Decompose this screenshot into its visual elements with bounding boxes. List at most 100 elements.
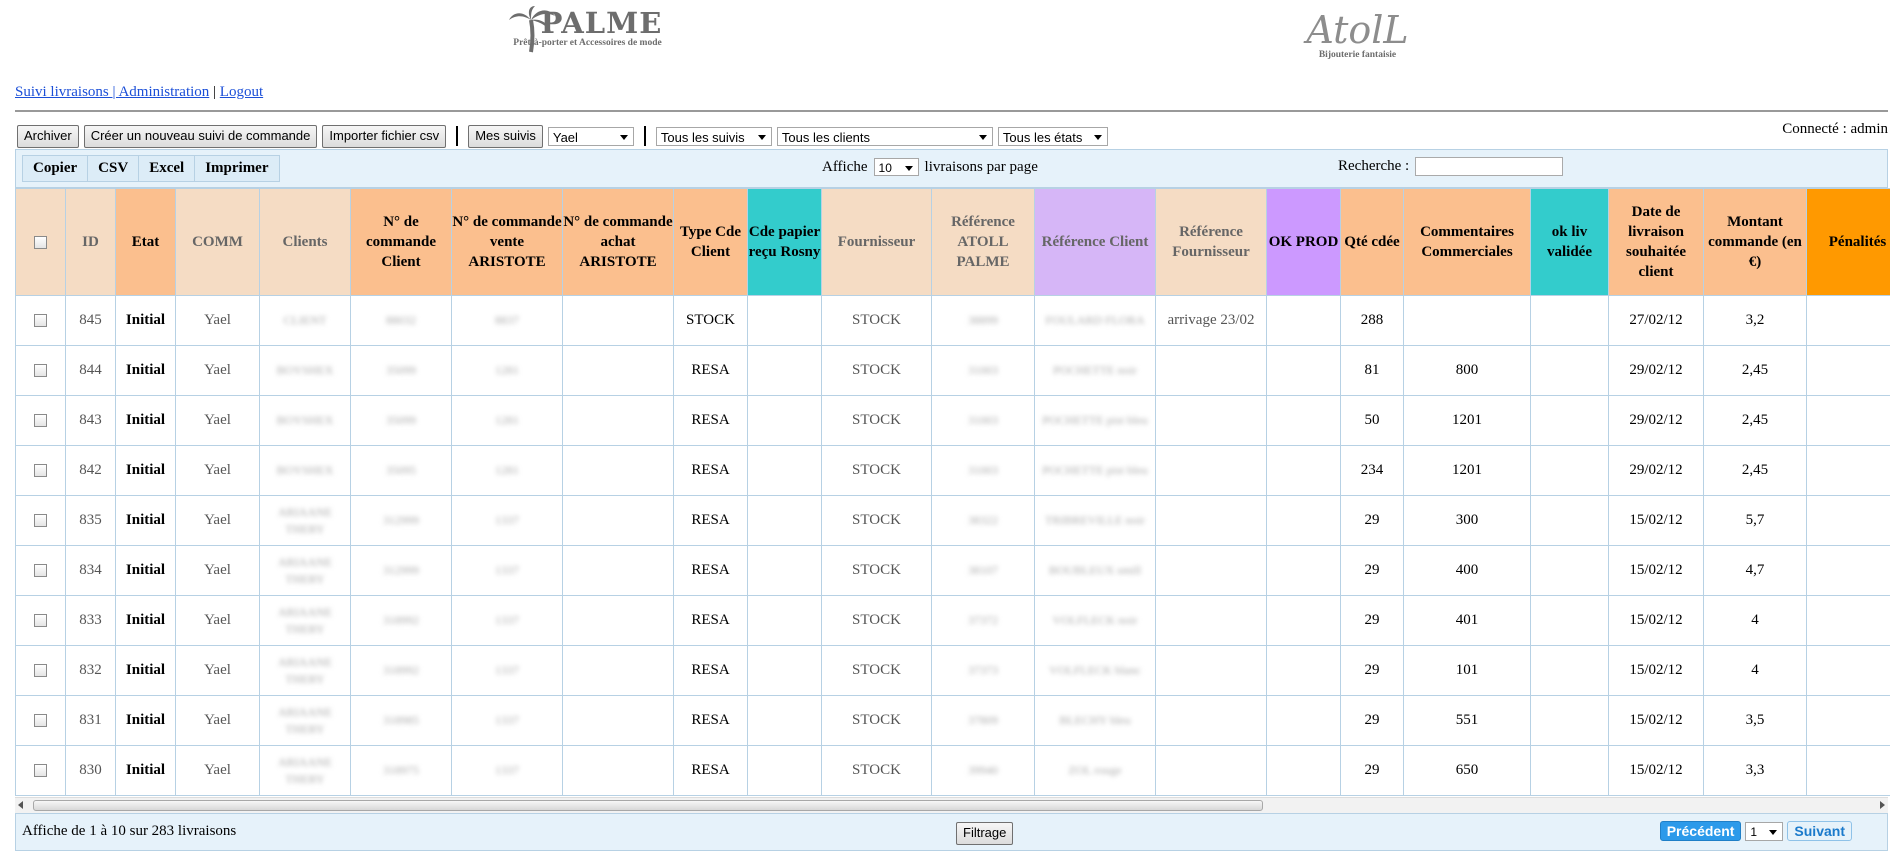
scroll-left-icon[interactable] bbox=[18, 801, 23, 809]
nav-suivi-livraisons-link[interactable]: Suivi livraisons bbox=[15, 84, 113, 100]
row-checkbox[interactable] bbox=[34, 614, 47, 628]
export-tools: Copier CSV Excel Imprimer bbox=[22, 155, 280, 182]
cell-vente: 8837 bbox=[451, 295, 563, 346]
table-row[interactable]: 842 Initial Yael BOYSHEX 35095 1281 RESA STOCK 3… bbox=[15, 445, 1890, 496]
table-row[interactable]: 834 Initial Yael ARIAANE THERY 312999 1337 RES… bbox=[15, 545, 1890, 596]
suivis-filter-select[interactable]: Tous les suivis bbox=[655, 126, 772, 146]
cell-value: Yael bbox=[204, 462, 231, 478]
row-checkbox[interactable] bbox=[34, 364, 47, 378]
cell-value: 843 bbox=[79, 412, 102, 428]
cell-comment: 400 bbox=[1403, 545, 1531, 596]
column-header[interactable]: Commentaires Commerciales bbox=[1403, 188, 1531, 296]
horizontal-scrollbar[interactable] bbox=[15, 797, 1888, 813]
cell-client: ARIAANE THERY bbox=[259, 595, 351, 646]
clients-filter-select[interactable]: Tous les clients bbox=[776, 126, 993, 146]
cell-value: 38322 bbox=[968, 513, 998, 527]
column-header[interactable]: N° de commande vente ARISTOTE bbox=[451, 188, 563, 296]
column-header[interactable]: Cde papier reçu Rosny bbox=[747, 188, 822, 296]
user-select[interactable]: Yael bbox=[547, 126, 634, 146]
cell-comment: 650 bbox=[1403, 745, 1531, 796]
connected-user: Connecté : admin bbox=[1782, 121, 1888, 137]
nav-logout-link[interactable]: Logout bbox=[220, 84, 263, 100]
cell-penal bbox=[1806, 395, 1890, 446]
column-header[interactable]: Référence ATOLL PALME bbox=[931, 188, 1035, 296]
cell-ref-fourn bbox=[1155, 745, 1267, 796]
column-header[interactable]: Type Cde Client bbox=[673, 188, 748, 296]
archiver-button[interactable]: Archiver bbox=[17, 124, 79, 148]
column-header[interactable]: Montant commande (en €) bbox=[1703, 188, 1807, 296]
row-checkbox[interactable] bbox=[34, 564, 47, 578]
search-label: Recherche : bbox=[1338, 158, 1410, 174]
import-csv-button[interactable]: Importer fichier csv bbox=[322, 124, 447, 148]
cell-type: RESA bbox=[673, 495, 748, 546]
column-header[interactable]: Date de livraison souhaitée client bbox=[1608, 188, 1704, 296]
cell-cmd-client: 35095 bbox=[350, 445, 452, 496]
table-row[interactable]: 832 Initial Yael ARIAANE THERY 318992 1337 RES… bbox=[15, 645, 1890, 696]
table-body: 845 Initial Yael CLIENT 88032 8837 STOCK STOCK 3… bbox=[15, 295, 1890, 796]
cell-value: CLIENT bbox=[283, 313, 327, 327]
column-header[interactable]: OK PROD bbox=[1266, 188, 1341, 296]
row-checkbox[interactable] bbox=[34, 714, 47, 728]
table-row[interactable]: 831 Initial Yael ARIAANE THERY 318985 1337 RES… bbox=[15, 695, 1890, 746]
table-row[interactable]: 844 Initial Yael BOYSHEX 35099 1281 RESA STOCK 3… bbox=[15, 345, 1890, 396]
create-tracking-button[interactable]: Créer un nouveau suivi de commande bbox=[83, 124, 318, 148]
column-header[interactable]: ID bbox=[65, 188, 116, 296]
cell-cmd-client: 318992 bbox=[350, 595, 452, 646]
row-checkbox[interactable] bbox=[34, 464, 47, 478]
cell-value: Initial bbox=[125, 662, 166, 678]
row-checkbox[interactable] bbox=[34, 664, 47, 678]
cell-value: arrivage 23/02 bbox=[1167, 312, 1255, 328]
filtrage-button[interactable]: Filtrage bbox=[956, 822, 1014, 845]
cell-date: 15/02/12 bbox=[1608, 495, 1704, 546]
table-row[interactable]: 845 Initial Yael CLIENT 88032 8837 STOCK STOCK 3… bbox=[15, 295, 1890, 346]
table-row[interactable]: 830 Initial Yael ARIAANE THERY 318975 1337 RES… bbox=[15, 745, 1890, 796]
next-page-button[interactable]: Suivant bbox=[1787, 821, 1852, 841]
cell-date: 29/02/12 bbox=[1608, 345, 1704, 396]
row-select-cell bbox=[15, 645, 66, 696]
scroll-right-icon[interactable] bbox=[1880, 801, 1885, 809]
cell-vente: 1337 bbox=[451, 595, 563, 646]
cell-qte: 29 bbox=[1340, 695, 1404, 746]
column-header[interactable]: Référence Client bbox=[1034, 188, 1156, 296]
deliveries-table: ID Etat COMM Clients N° de commande Client N°… bbox=[15, 188, 1890, 796]
mes-suivis-button[interactable]: Mes suivis bbox=[468, 124, 543, 148]
excel-button[interactable]: Excel bbox=[139, 156, 196, 181]
scrollbar-thumb[interactable] bbox=[33, 800, 1263, 811]
table-row[interactable]: 833 Initial Yael ARIAANE THERY 318992 1337 RES… bbox=[15, 595, 1890, 646]
copy-button[interactable]: Copier bbox=[23, 156, 89, 181]
page-length-select[interactable]: 10 bbox=[873, 158, 919, 176]
cell-value: 400 bbox=[1455, 562, 1479, 578]
table-row[interactable]: 835 Initial Yael ARIAANE THERY 312999 1337 RES… bbox=[15, 495, 1890, 546]
cell-fournisseur: STOCK bbox=[821, 545, 932, 596]
cell-ref-client: POCHETTE noir bbox=[1034, 345, 1156, 396]
print-button[interactable]: Imprimer bbox=[195, 156, 279, 181]
csv-button[interactable]: CSV bbox=[88, 156, 140, 181]
column-header[interactable]: Etat bbox=[115, 188, 176, 296]
column-header[interactable]: Pénalités bbox=[1806, 188, 1890, 296]
cell-penal bbox=[1806, 645, 1890, 696]
previous-page-button[interactable]: Précédent bbox=[1659, 821, 1742, 841]
column-header[interactable]: COMM bbox=[175, 188, 260, 296]
column-header[interactable]: N° de commande Client bbox=[350, 188, 452, 296]
etats-filter-select[interactable]: Tous les états bbox=[997, 126, 1108, 146]
cell-value: 31003 bbox=[968, 413, 998, 427]
column-header[interactable]: N° de commande achat ARISTOTE bbox=[562, 188, 674, 296]
nav-administration-link[interactable]: Administration bbox=[118, 84, 209, 100]
row-checkbox[interactable] bbox=[34, 314, 47, 328]
row-checkbox[interactable] bbox=[34, 414, 47, 428]
page-select[interactable]: 1 bbox=[1745, 821, 1784, 841]
search-input[interactable] bbox=[1415, 157, 1564, 176]
column-header[interactable]: ok liv validée bbox=[1530, 188, 1609, 296]
column-header[interactable]: Qté cdée bbox=[1340, 188, 1404, 296]
row-checkbox[interactable] bbox=[34, 514, 47, 528]
table-row[interactable]: 843 Initial Yael BOYSHEX 35099 1281 RESA STOCK 3… bbox=[15, 395, 1890, 446]
column-header[interactable]: Fournisseur bbox=[821, 188, 932, 296]
cell-value: 27/02/12 bbox=[1629, 312, 1683, 328]
row-checkbox[interactable] bbox=[34, 764, 47, 778]
select-all-checkbox[interactable] bbox=[34, 236, 47, 250]
column-header[interactable]: Référence Fournisseur bbox=[1155, 188, 1267, 296]
cell-value: Yael bbox=[204, 412, 231, 428]
column-header[interactable]: Clients bbox=[259, 188, 351, 296]
pagination: Précédent 1 Suivant bbox=[1659, 821, 1852, 841]
cell-ok-prod bbox=[1266, 495, 1341, 546]
